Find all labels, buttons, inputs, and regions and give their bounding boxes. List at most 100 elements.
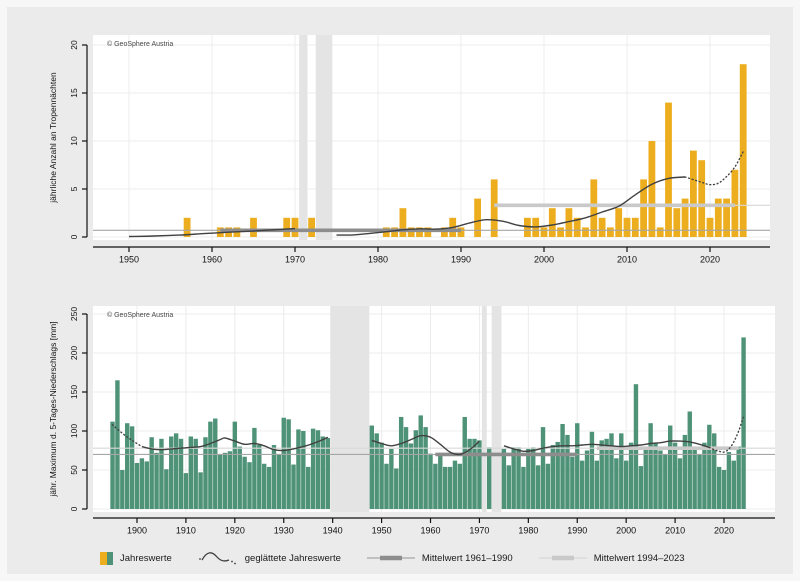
five-day-precipitation-maximum-bar-1900 <box>135 463 139 509</box>
five-day-precipitation-maximum-bar-1975 <box>502 449 506 509</box>
legend-item-smoothed: geglättete Jahreswerte <box>198 550 341 566</box>
five-day-precipitation-maximum-bar-1951 <box>384 464 388 509</box>
legend-label-smoothed: geglättete Jahreswerte <box>245 553 341 564</box>
tropical-nights-copyright: © GeoSphere Austria <box>107 40 173 48</box>
five-day-precipitation-maximum-bar-1976 <box>507 465 511 509</box>
tropical-nights-bar-2010 <box>624 218 631 237</box>
five-day-precipitation-maximum-bar-1977 <box>511 447 515 509</box>
five-day-precipitation-maximum-bar-1997 <box>609 433 613 509</box>
five-day-precipitation-maximum-bar-1924 <box>252 428 256 509</box>
svg-text:1970: 1970 <box>469 526 489 536</box>
five-day-precipitation-maximum-bar-2007 <box>658 451 662 510</box>
svg-text:1910: 1910 <box>176 526 196 536</box>
svg-text:1900: 1900 <box>127 526 147 536</box>
mean-1961-1990-line-icon <box>367 554 415 562</box>
five-day-precipitation-maximum-bar-1953 <box>394 468 398 509</box>
svg-text:0: 0 <box>69 506 79 511</box>
five-day-precipitation-maximum-bar-1961 <box>433 464 437 509</box>
five-day-precipitation-maximum-bar-1981 <box>531 447 535 509</box>
svg-text:1980: 1980 <box>518 526 538 536</box>
screenshot-root: 1950196019701980199020002010202005101520… <box>0 0 800 581</box>
five-day-precipitation-maximum-bar-1948 <box>370 426 374 509</box>
five-day-precipitation-maximum-bar-1902 <box>145 461 149 509</box>
five-day-precipitation-maximum-bar-1957 <box>414 430 418 509</box>
five-day-precipitation-maximum-bar-1995 <box>600 440 604 509</box>
five-day-precipitation-maximum-bar-1958 <box>419 415 423 509</box>
tropical-nights-bar-1965 <box>250 218 257 237</box>
five-day-precipitation-maximum-bar-1898 <box>125 423 129 509</box>
tropical-nights-bar-2015 <box>665 103 672 237</box>
svg-text:2000: 2000 <box>534 255 554 265</box>
svg-text:10: 10 <box>69 136 79 146</box>
five-day-precipitation-maximum-bar-1901 <box>140 458 144 509</box>
svg-text:20: 20 <box>69 40 79 50</box>
five-day-precipitation-maximum-bar-1906 <box>164 469 168 509</box>
five-day-precipitation-maximum-bar-1965 <box>453 461 457 509</box>
five-day-precipitation-maximum-bar-1923 <box>247 462 251 509</box>
svg-text:2010: 2010 <box>617 255 637 265</box>
five-day-precipitation-maximum-bar-2006 <box>653 443 657 509</box>
five-day-precipitation-maximum-bar-2012 <box>683 435 687 509</box>
tropical-nights-bar-2005 <box>582 227 589 237</box>
svg-text:2010: 2010 <box>665 526 685 536</box>
svg-text:1980: 1980 <box>368 255 388 265</box>
five-day-precipitation-maximum-bar-2022 <box>732 461 736 509</box>
five-day-precipitation-maximum-bar-1987 <box>560 424 564 509</box>
svg-text:2020: 2020 <box>700 255 720 265</box>
five-day-precipitation-maximum-bar-1895 <box>110 422 114 509</box>
five-day-precipitation-maximum-bar-1992 <box>585 451 589 510</box>
five-day-precipitation-maximum-bar-2021 <box>727 452 731 509</box>
svg-text:1960: 1960 <box>202 255 222 265</box>
five-day-precipitation-maximum-bar-1984 <box>546 464 550 509</box>
jahreswerte-swatch <box>100 552 113 565</box>
tropical-nights-bar-1992 <box>474 199 481 237</box>
svg-text:150: 150 <box>69 385 79 399</box>
climate-charts-figure: 1950196019701980199020002010202005101520… <box>7 7 793 574</box>
five-day-precipitation-maximum-bar-2024 <box>741 337 745 509</box>
svg-text:50: 50 <box>69 465 79 475</box>
tropical-nights-missing-band <box>316 35 333 240</box>
five-day-precipitation-maximum-bar-1916 <box>213 419 217 509</box>
five-day-precipitation-maximum-bar-1952 <box>389 449 393 509</box>
mean-1994-2023-line-icon <box>539 554 587 562</box>
tropical-nights-bar-2001 <box>549 208 556 237</box>
five-day-precipitation-maximum-bar-1920 <box>233 422 237 509</box>
five-day-precipitation-maximum-bar-1994 <box>595 461 599 509</box>
five-day-precipitation-maximum-bar-1909 <box>179 439 183 509</box>
five-day-precipitation-maximum-bar-2011 <box>678 458 682 509</box>
five-day-precipitation-maximum-bar-1986 <box>555 442 559 509</box>
tropical-nights-bar-1970 <box>292 218 299 237</box>
svg-text:250: 250 <box>69 307 79 321</box>
five-day-precipitation-maximum-bar-2000 <box>624 461 628 509</box>
legend-item-jahreswerte: Jahreswerte <box>100 552 172 565</box>
tropical-nights-bar-2019 <box>698 160 705 237</box>
five-day-precipitation-maximum-bar-1999 <box>619 433 623 509</box>
legend-label-mean-1961-1990: Mittelwert 1961–1990 <box>422 553 513 564</box>
tropical-nights-missing-band <box>299 35 307 240</box>
tropical-nights-bar-2023 <box>732 170 739 237</box>
five-day-precipitation-maximum-ylabel: jähr. Maximum d. 5-Tages-Niederschlags [… <box>48 321 58 497</box>
legend-label-jahreswerte: Jahreswerte <box>120 553 172 564</box>
five-day-precipitation-maximum-bar-1949 <box>374 433 378 509</box>
five-day-precipitation-maximum-bar-1956 <box>409 443 413 509</box>
svg-text:1990: 1990 <box>451 255 471 265</box>
five-day-precipitation-maximum-bar-2004 <box>644 447 648 509</box>
svg-text:0: 0 <box>69 234 79 239</box>
five-day-precipitation-maximum-bar-1980 <box>526 449 530 509</box>
five-day-precipitation-maximum-bar-2018 <box>712 433 716 509</box>
smoothed-line-icon <box>198 550 238 566</box>
five-day-precipitation-maximum-bar-1972 <box>487 447 491 509</box>
svg-text:2000: 2000 <box>616 526 636 536</box>
five-day-precipitation-maximum-copyright: © GeoSphere Austria <box>107 311 173 319</box>
svg-text:5: 5 <box>69 186 79 191</box>
svg-text:1960: 1960 <box>420 526 440 536</box>
tropical-nights-bar-1994 <box>491 179 498 237</box>
five-day-precipitation-maximum-bar-1970 <box>477 440 481 509</box>
svg-text:1930: 1930 <box>274 526 294 536</box>
five-day-precipitation-maximum-bar-1910 <box>184 473 188 509</box>
five-day-precipitation-maximum-bar-1930 <box>282 418 286 509</box>
five-day-precipitation-maximum-bar-1969 <box>472 439 476 509</box>
tropical-nights-bar-1969 <box>283 218 290 237</box>
five-day-precipitation-maximum-bar-1918 <box>223 453 227 509</box>
five-day-precipitation-maximum-bar-1963 <box>443 467 447 509</box>
